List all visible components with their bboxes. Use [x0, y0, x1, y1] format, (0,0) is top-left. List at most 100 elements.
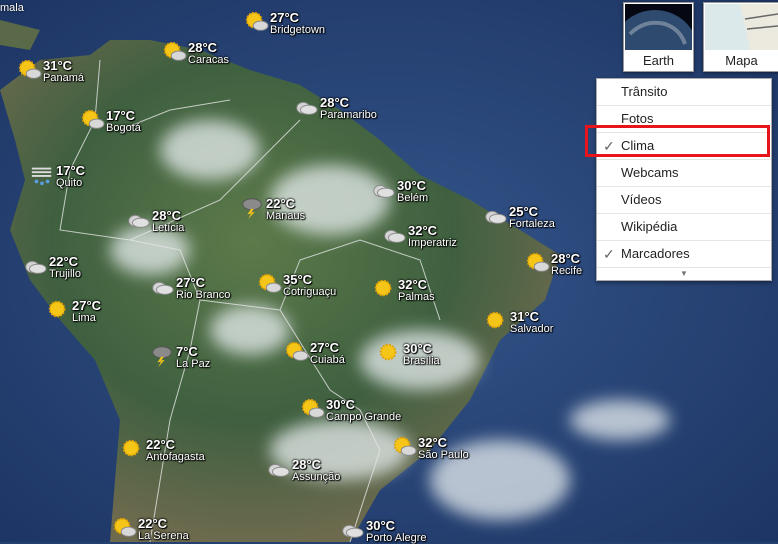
city-name: Manaus: [266, 210, 306, 222]
temperature: 17°C: [56, 163, 86, 178]
partly-cloudy-weather-icon: [113, 517, 137, 537]
cloudy-weather-icon: [342, 524, 364, 538]
temperature: 28°C: [292, 457, 322, 472]
temperature: 28°C: [188, 40, 218, 55]
temperature: 7°C: [176, 344, 198, 359]
temperature: 28°C: [152, 208, 182, 223]
cloudy-weather-icon: [128, 214, 150, 228]
temperature: 27°C: [270, 10, 300, 25]
checkmark-icon: ✓: [603, 138, 615, 154]
partly-cloudy-weather-icon: [163, 41, 187, 61]
cloudy-weather-icon: [485, 210, 507, 224]
menu-item-label: Marcadores: [621, 246, 690, 261]
map-label: Mapa: [725, 53, 758, 68]
sunny-weather-icon: [122, 439, 140, 457]
temperature: 22°C: [49, 254, 79, 269]
city-name: Assunção: [292, 471, 341, 483]
city-name: La Serena: [138, 530, 189, 542]
earth-label: Earth: [642, 53, 675, 68]
layers-menu: Trânsito Fotos ✓ Clima Webcams Vídeos Wik…: [596, 78, 772, 281]
partly-cloudy-weather-icon: [393, 436, 417, 456]
city-name: Letícia: [152, 222, 185, 234]
menu-item-fotos[interactable]: Fotos: [597, 106, 771, 133]
city-name: La Paz: [176, 358, 211, 370]
city-name: Cotriguaçu: [283, 286, 337, 298]
city-name: Rio Branco: [176, 289, 231, 301]
menu-item-clima[interactable]: ✓ Clima: [597, 133, 771, 160]
checkmark-icon: ✓: [603, 246, 615, 262]
more-chevron-down-icon[interactable]: ▼: [597, 268, 771, 280]
temperature: 32°C: [408, 223, 438, 238]
menu-item-label: Wikipédia: [621, 219, 678, 234]
city-name: Recife: [551, 265, 583, 277]
city-name: Quito: [56, 177, 83, 189]
partly-cloudy-weather-icon: [301, 398, 325, 418]
cloudy-weather-icon: [25, 260, 47, 274]
temperature: 30°C: [366, 518, 396, 533]
temperature: 22°C: [138, 516, 168, 531]
temperature: 30°C: [403, 341, 433, 356]
city-name: Palmas: [398, 291, 435, 303]
menu-item-label: Vídeos: [621, 192, 662, 207]
city-name: Salvador: [510, 323, 554, 335]
menu-item-label: Fotos: [621, 111, 654, 126]
menu-item-videos[interactable]: Vídeos: [597, 187, 771, 214]
city-name: Campo Grande: [326, 411, 402, 423]
city-name: São Paulo: [418, 449, 469, 461]
menu-item-label: Trânsito: [621, 84, 668, 99]
city-name: Imperatriz: [408, 237, 457, 249]
sunny-weather-icon: [379, 343, 397, 361]
city-name: Lima: [72, 312, 96, 324]
earth-view-button[interactable]: Earth: [623, 2, 694, 72]
temperature: 25°C: [509, 204, 539, 219]
temperature: 31°C: [43, 58, 73, 73]
temperature: 32°C: [418, 435, 448, 450]
temperature: 35°C: [283, 272, 313, 287]
city-name: Bridgetown: [270, 24, 326, 36]
city-name: Caracas: [188, 54, 229, 66]
partly-cloudy-weather-icon: [285, 341, 309, 361]
partly-cloudy-weather-icon: [526, 252, 550, 272]
temperature: 30°C: [326, 397, 356, 412]
temperature: 27°C: [310, 340, 340, 355]
menu-item-transito[interactable]: Trânsito: [597, 79, 771, 106]
city-name: Paramaribo: [320, 109, 377, 121]
city-name: Trujillo: [49, 268, 81, 280]
partly-cloudy-weather-icon: [245, 11, 269, 31]
temperature: 28°C: [320, 95, 350, 110]
cloudy-weather-icon: [384, 229, 406, 243]
temperature: 22°C: [146, 437, 176, 452]
cloudy-weather-icon: [296, 101, 318, 115]
sunny-weather-icon: [486, 311, 504, 329]
temperature: 30°C: [397, 178, 427, 193]
temperature: 28°C: [551, 251, 581, 266]
city-name: Cuiabá: [310, 354, 345, 366]
sunny-weather-icon: [48, 300, 66, 318]
menu-item-marcadores[interactable]: ✓ Marcadores: [597, 241, 771, 268]
earth-globe-icon: [625, 4, 692, 50]
temperature: 32°C: [398, 277, 428, 292]
fog-rain-weather-icon: [31, 167, 52, 186]
city-name: Fortaleza: [509, 218, 555, 230]
map-view-button[interactable]: Mapa: [703, 2, 778, 72]
partly-cloudy-weather-icon: [258, 273, 282, 293]
partly-cloudy-weather-icon: [81, 109, 105, 129]
temperature: 31°C: [510, 309, 540, 324]
temperature: 22°C: [266, 196, 296, 211]
city-name: Belém: [397, 192, 429, 204]
menu-item-webcams[interactable]: Webcams: [597, 160, 771, 187]
map-cut-label: mala: [0, 2, 24, 14]
cloudy-weather-icon: [152, 281, 174, 295]
temperature: 27°C: [72, 298, 102, 313]
temperature: 27°C: [176, 275, 206, 290]
thunderstorm-weather-icon: [152, 346, 172, 368]
city-name: Brasília: [403, 355, 440, 367]
menu-item-wikipedia[interactable]: Wikipédia: [597, 214, 771, 241]
menu-item-label: Webcams: [621, 165, 679, 180]
thunderstorm-weather-icon: [242, 198, 262, 220]
menu-item-label: Clima: [621, 138, 655, 153]
city-name: Antofagasta: [146, 451, 205, 463]
partly-cloudy-weather-icon: [18, 59, 42, 79]
city-name: Porto Alegre: [366, 532, 427, 544]
city-name: Panamá: [43, 72, 84, 84]
